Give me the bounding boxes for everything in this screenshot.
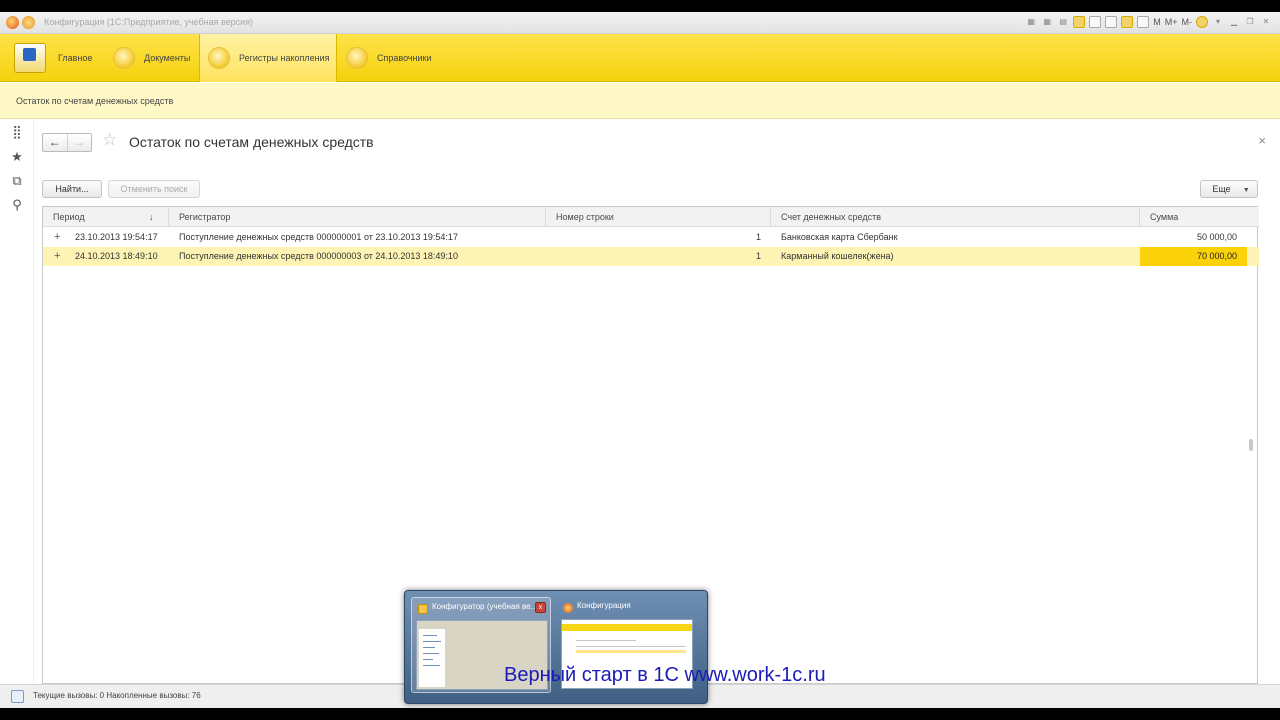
video-watermark: Верный старт в 1С www.work-1c.ru — [504, 664, 826, 686]
back-button[interactable]: ← — [43, 134, 67, 151]
form-title: Остаток по счетам денежных средств — [129, 134, 374, 150]
status-text: Текущие вызовы: 0 Накопленные вызовы: 76 — [33, 691, 201, 700]
history-nav: ← → — [42, 133, 92, 152]
form-close-button[interactable]: × — [1258, 133, 1266, 148]
column-registrar[interactable]: Регистратор — [169, 207, 546, 227]
letterbox-bottom — [0, 708, 1280, 720]
cell-period: 23.10.2013 19:54:17 — [75, 232, 158, 242]
cell-sum: 70 000,00 — [1140, 247, 1247, 266]
grid-icon[interactable]: ▦ — [1025, 16, 1037, 28]
thumbnail-line — [423, 653, 439, 654]
menu-icon[interactable] — [22, 16, 35, 29]
service-calls-icon[interactable] — [11, 690, 24, 703]
documents-icon — [113, 47, 135, 69]
close-icon[interactable]: x — [535, 602, 546, 613]
calculator-icon[interactable] — [1137, 16, 1150, 28]
grid-small-icon[interactable]: ▦ — [1041, 16, 1053, 28]
nav-link-balance[interactable]: Остаток по счетам денежных средств — [16, 96, 173, 106]
1c-logo-icon[interactable] — [6, 16, 19, 29]
calendar-icon[interactable] — [1121, 16, 1134, 28]
cell-line-number: 1 — [755, 232, 761, 242]
thumbnail-line — [423, 641, 441, 642]
info-icon[interactable] — [1196, 16, 1208, 28]
table-header: Период ↓ Регистратор Номер строки Счет д… — [43, 207, 1259, 227]
history-icon[interactable]: ⧉ — [9, 173, 25, 189]
table-row[interactable]: + 23.10.2013 19:54:17 Поступление денежн… — [43, 228, 1259, 247]
home-icon — [14, 43, 46, 73]
thumbnail-line — [423, 659, 433, 660]
left-panel: ⣿ ★ ⧉ ⚲ — [0, 120, 34, 684]
catalogs-icon — [346, 47, 368, 69]
more-button-label: Еще — [1212, 184, 1231, 194]
registers-icon — [208, 47, 230, 69]
title-bar: Конфигурация (1С:Предприятие, учебная ве… — [0, 12, 1280, 34]
column-line-number[interactable]: Номер строки — [546, 207, 771, 227]
memory-minus-button[interactable]: M- — [1182, 16, 1193, 28]
thumbnail-line — [576, 640, 636, 641]
list-icon[interactable]: ▤ — [1057, 16, 1069, 28]
section-main[interactable]: Главное — [14, 34, 109, 82]
minimize-icon[interactable]: ▁ — [1228, 16, 1240, 28]
column-period[interactable]: Период ↓ — [43, 207, 169, 227]
cell-line-number: 1 — [755, 251, 761, 261]
memory-plus-button[interactable]: M+ — [1165, 16, 1178, 28]
section-accumulation-registers[interactable]: Регистры накопления — [199, 34, 337, 82]
cancel-search-button[interactable]: Отменить поиск — [108, 180, 200, 198]
sort-arrow-icon: ↓ — [149, 212, 154, 222]
section-label: Справочники — [377, 53, 432, 63]
1c-logo-icon — [563, 603, 573, 613]
table-row[interactable]: + 24.10.2013 18:49:10 Поступление денежн… — [43, 247, 1259, 266]
thumbnail-line — [423, 647, 435, 648]
favorites-star-icon[interactable]: ★ — [9, 149, 25, 165]
apps-grid-icon[interactable]: ⣿ — [9, 124, 25, 140]
cell-account: Карманный кошелек(жена) — [781, 251, 894, 261]
find-button[interactable]: Найти... — [42, 180, 102, 198]
section-label: Главное — [58, 53, 93, 63]
switcher-item-title: Конфигуратор (учебная ве... — [432, 602, 538, 611]
copy-icon[interactable] — [1105, 16, 1118, 28]
navigation-bar: Остаток по счетам денежных средств — [0, 83, 1280, 119]
configurator-icon — [418, 604, 428, 614]
restore-icon[interactable]: ❐ — [1244, 16, 1256, 28]
column-account[interactable]: Счет денежных средств — [771, 207, 1140, 227]
cell-registrar: Поступление денежных средств 000000001 о… — [179, 232, 458, 242]
switcher-item-title: Конфигурация — [577, 601, 631, 610]
chevron-down-icon[interactable]: ▾ — [1212, 16, 1224, 28]
print-icon[interactable] — [1089, 16, 1102, 28]
more-button[interactable]: Еще ▼ — [1200, 180, 1258, 198]
column-sum[interactable]: Сумма — [1140, 207, 1247, 227]
thumbnail-line — [576, 646, 686, 647]
thumbnail-line — [423, 665, 440, 666]
cell-period: 24.10.2013 18:49:10 — [75, 251, 158, 261]
section-documents[interactable]: Документы — [113, 34, 199, 82]
thumbnail-selected-row — [576, 650, 686, 653]
section-label: Документы — [144, 53, 191, 63]
section-label: Регистры накопления — [239, 53, 330, 63]
section-catalogs[interactable]: Справочники — [346, 34, 446, 82]
link-icon[interactable] — [1073, 16, 1086, 28]
thumbnail-line — [423, 635, 437, 636]
close-icon[interactable]: ✕ — [1260, 16, 1272, 28]
sections-panel: Главное Документы Регистры накопления Сп… — [0, 34, 1280, 82]
thumbnail-tree-pane — [419, 629, 445, 687]
cell-account: Банковская карта Сбербанк — [781, 232, 898, 242]
thumbnail-sections-bar — [562, 624, 692, 631]
title-toolbar: ▦ ▦ ▤ M M+ M- ▾ ▁ ❐ ✕ — [1025, 16, 1272, 28]
forward-button[interactable]: → — [66, 134, 92, 151]
letterbox-top — [0, 0, 1280, 12]
column-label: Период — [53, 212, 85, 222]
plus-icon: + — [54, 231, 61, 243]
window-title: Конфигурация (1С:Предприятие, учебная ве… — [44, 17, 254, 27]
chevron-down-icon: ▼ — [1242, 187, 1250, 194]
search-icon[interactable]: ⚲ — [9, 197, 25, 213]
cell-registrar: Поступление денежных средств 000000003 о… — [179, 251, 458, 261]
star-outline-icon[interactable]: ☆ — [102, 130, 117, 150]
cell-sum: 50 000,00 — [1196, 232, 1237, 242]
scrollbar-thumb[interactable] — [1249, 439, 1253, 451]
plus-icon: + — [54, 250, 61, 262]
memory-button[interactable]: M — [1153, 16, 1161, 28]
